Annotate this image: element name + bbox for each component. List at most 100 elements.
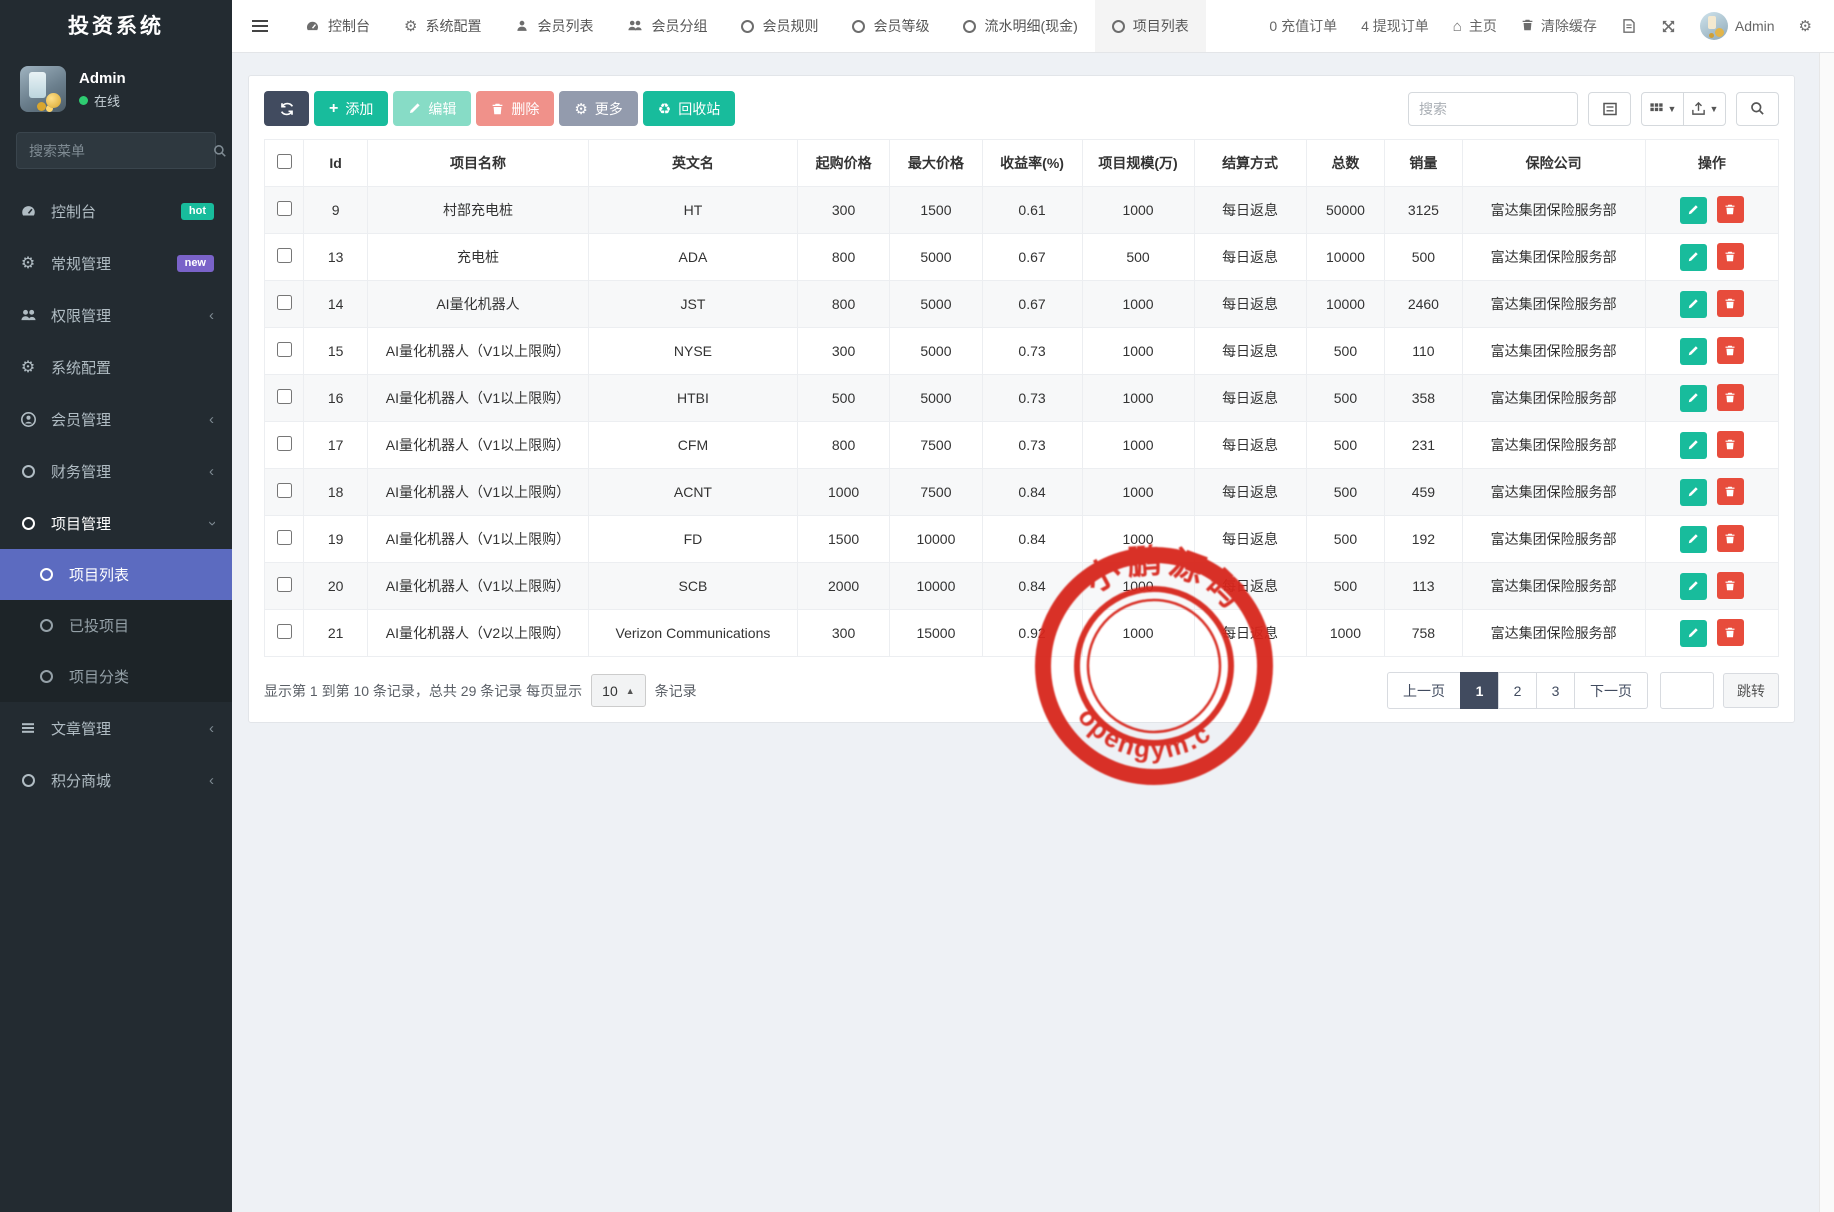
- select-all-checkbox[interactable]: [276, 154, 292, 169]
- scrollbar[interactable]: [1819, 53, 1834, 1212]
- columns-toggle-button[interactable]: ▼: [1641, 91, 1684, 126]
- row-edit-button[interactable]: [1679, 196, 1707, 224]
- row-delete-button[interactable]: [1716, 337, 1744, 365]
- row-edit-button[interactable]: [1679, 525, 1707, 553]
- column-header-english-name[interactable]: 英文名: [587, 139, 798, 187]
- sidebar-item-system-config[interactable]: ⚙ 系统配置: [0, 341, 232, 393]
- home-link[interactable]: ⌂ 主页: [1453, 16, 1497, 36]
- sidebar-item-articles[interactable]: 文章管理 ‹: [0, 702, 232, 754]
- sidebar-item-dashboard[interactable]: 控制台 hot: [0, 185, 232, 237]
- column-header-id[interactable]: Id: [303, 139, 368, 187]
- settings-cogs-button[interactable]: ⚙: [1799, 17, 1812, 35]
- tab-member-groups[interactable]: 会员分组: [610, 0, 724, 52]
- row-delete-button[interactable]: [1716, 572, 1744, 600]
- gear-icon: ⚙: [404, 18, 418, 35]
- search-button[interactable]: [1736, 91, 1779, 126]
- row-delete-button[interactable]: [1716, 243, 1744, 271]
- cell-yield: 0.61: [981, 186, 1083, 234]
- add-button[interactable]: + 添加: [314, 91, 389, 126]
- sidebar-subitem-invested-projects[interactable]: 已投项目: [0, 600, 232, 651]
- row-delete-button[interactable]: [1716, 196, 1744, 224]
- row-checkbox[interactable]: [276, 436, 292, 451]
- column-header-min-price[interactable]: 起购价格: [796, 139, 891, 187]
- row-edit-button[interactable]: [1679, 290, 1707, 318]
- column-header-insurance[interactable]: 保险公司: [1461, 139, 1646, 187]
- page-size-select[interactable]: 10 ▲: [591, 674, 646, 707]
- recharge-orders-link[interactable]: 0 充值订单: [1269, 16, 1337, 36]
- sidebar-toggle-button[interactable]: [232, 0, 288, 52]
- language-button[interactable]: [1621, 18, 1637, 34]
- row-checkbox[interactable]: [276, 530, 292, 545]
- row-edit-button[interactable]: [1679, 572, 1707, 600]
- column-header-yield[interactable]: 收益率(%): [981, 139, 1083, 187]
- pagination-page-1[interactable]: 1: [1460, 672, 1499, 709]
- export-button[interactable]: ▼: [1683, 91, 1726, 126]
- column-header-scale[interactable]: 项目规模(万): [1081, 139, 1195, 187]
- table-row: 21 AI量化机器人（V2以上限购） Verizon Communication…: [263, 609, 1780, 657]
- tab-dashboard[interactable]: 控制台: [288, 0, 387, 52]
- row-edit-button[interactable]: [1679, 337, 1707, 365]
- tab-member-list[interactable]: 会员列表: [498, 0, 610, 52]
- sidebar-item-general[interactable]: ⚙ 常规管理 new: [0, 237, 232, 289]
- pagination-prev[interactable]: 上一页: [1387, 672, 1461, 709]
- sidebar-item-members[interactable]: 会员管理 ‹: [0, 393, 232, 445]
- circle-icon: [36, 619, 56, 632]
- sidebar-subitem-project-categories[interactable]: 项目分类: [0, 651, 232, 702]
- sidebar-subitem-project-list[interactable]: 项目列表: [0, 549, 232, 600]
- edit-button[interactable]: 编辑: [393, 91, 472, 126]
- recycle-bin-button[interactable]: ♻ 回收站: [642, 91, 736, 126]
- row-edit-button[interactable]: [1679, 619, 1707, 647]
- page-jump-input[interactable]: [1660, 672, 1714, 709]
- delete-button[interactable]: 删除: [476, 91, 555, 126]
- row-checkbox[interactable]: [276, 248, 292, 263]
- row-checkbox[interactable]: [276, 201, 292, 216]
- pagination-next[interactable]: 下一页: [1574, 672, 1648, 709]
- table-search-input[interactable]: [1408, 91, 1578, 126]
- row-delete-button[interactable]: [1716, 619, 1744, 647]
- row-checkbox[interactable]: [276, 295, 292, 310]
- detail-view-button[interactable]: [1588, 91, 1631, 126]
- column-header-settlement[interactable]: 结算方式: [1193, 139, 1307, 187]
- row-delete-button[interactable]: [1716, 525, 1744, 553]
- tab-cash-flow[interactable]: 流水明细(现金): [946, 0, 1094, 52]
- more-button[interactable]: ⚙ 更多: [559, 91, 638, 126]
- column-header-project-name[interactable]: 项目名称: [366, 139, 589, 187]
- row-delete-button[interactable]: [1716, 478, 1744, 506]
- row-edit-button[interactable]: [1679, 431, 1707, 459]
- column-header-sales[interactable]: 销量: [1384, 139, 1463, 187]
- cell-settlement: 每日返息: [1193, 233, 1307, 281]
- tab-project-list[interactable]: 项目列表: [1094, 0, 1206, 52]
- pagination-page-3[interactable]: 3: [1536, 672, 1575, 709]
- row-checkbox[interactable]: [276, 624, 292, 639]
- sidebar-item-finance[interactable]: 财务管理 ‹: [0, 445, 232, 497]
- page-jump-button[interactable]: 跳转: [1723, 673, 1779, 708]
- withdraw-orders-link[interactable]: 4 提现订单: [1361, 16, 1429, 36]
- column-header-total[interactable]: 总数: [1305, 139, 1386, 187]
- sidebar-item-points-mall[interactable]: 积分商城 ‹: [0, 754, 232, 806]
- fullscreen-button[interactable]: [1661, 19, 1676, 34]
- admin-menu[interactable]: Admin: [1699, 12, 1775, 40]
- row-checkbox[interactable]: [276, 483, 292, 498]
- sidebar-item-projects[interactable]: 项目管理 ‹: [0, 497, 232, 549]
- search-icon[interactable]: [210, 144, 230, 158]
- column-header-max-price[interactable]: 最大价格: [889, 139, 983, 187]
- sidebar-search-input[interactable]: [29, 142, 210, 159]
- row-delete-button[interactable]: [1716, 384, 1744, 412]
- row-checkbox[interactable]: [276, 577, 292, 592]
- clear-cache-link[interactable]: 清除缓存: [1521, 16, 1597, 36]
- tab-system-config[interactable]: ⚙ 系统配置: [387, 0, 498, 52]
- row-checkbox[interactable]: [276, 389, 292, 404]
- row-delete-button[interactable]: [1716, 290, 1744, 318]
- row-edit-button[interactable]: [1679, 243, 1707, 271]
- tab-member-rules[interactable]: 会员规则: [724, 0, 835, 52]
- tab-member-levels[interactable]: 会员等级: [835, 0, 946, 52]
- row-delete-button[interactable]: [1716, 431, 1744, 459]
- pagination-page-2[interactable]: 2: [1498, 672, 1537, 709]
- sidebar-item-permissions[interactable]: 权限管理 ‹: [0, 289, 232, 341]
- row-edit-button[interactable]: [1679, 478, 1707, 506]
- cell-actions: [1644, 609, 1780, 657]
- refresh-button[interactable]: [264, 91, 309, 126]
- row-checkbox[interactable]: [276, 342, 292, 357]
- circle-icon: [18, 464, 38, 478]
- row-edit-button[interactable]: [1679, 384, 1707, 412]
